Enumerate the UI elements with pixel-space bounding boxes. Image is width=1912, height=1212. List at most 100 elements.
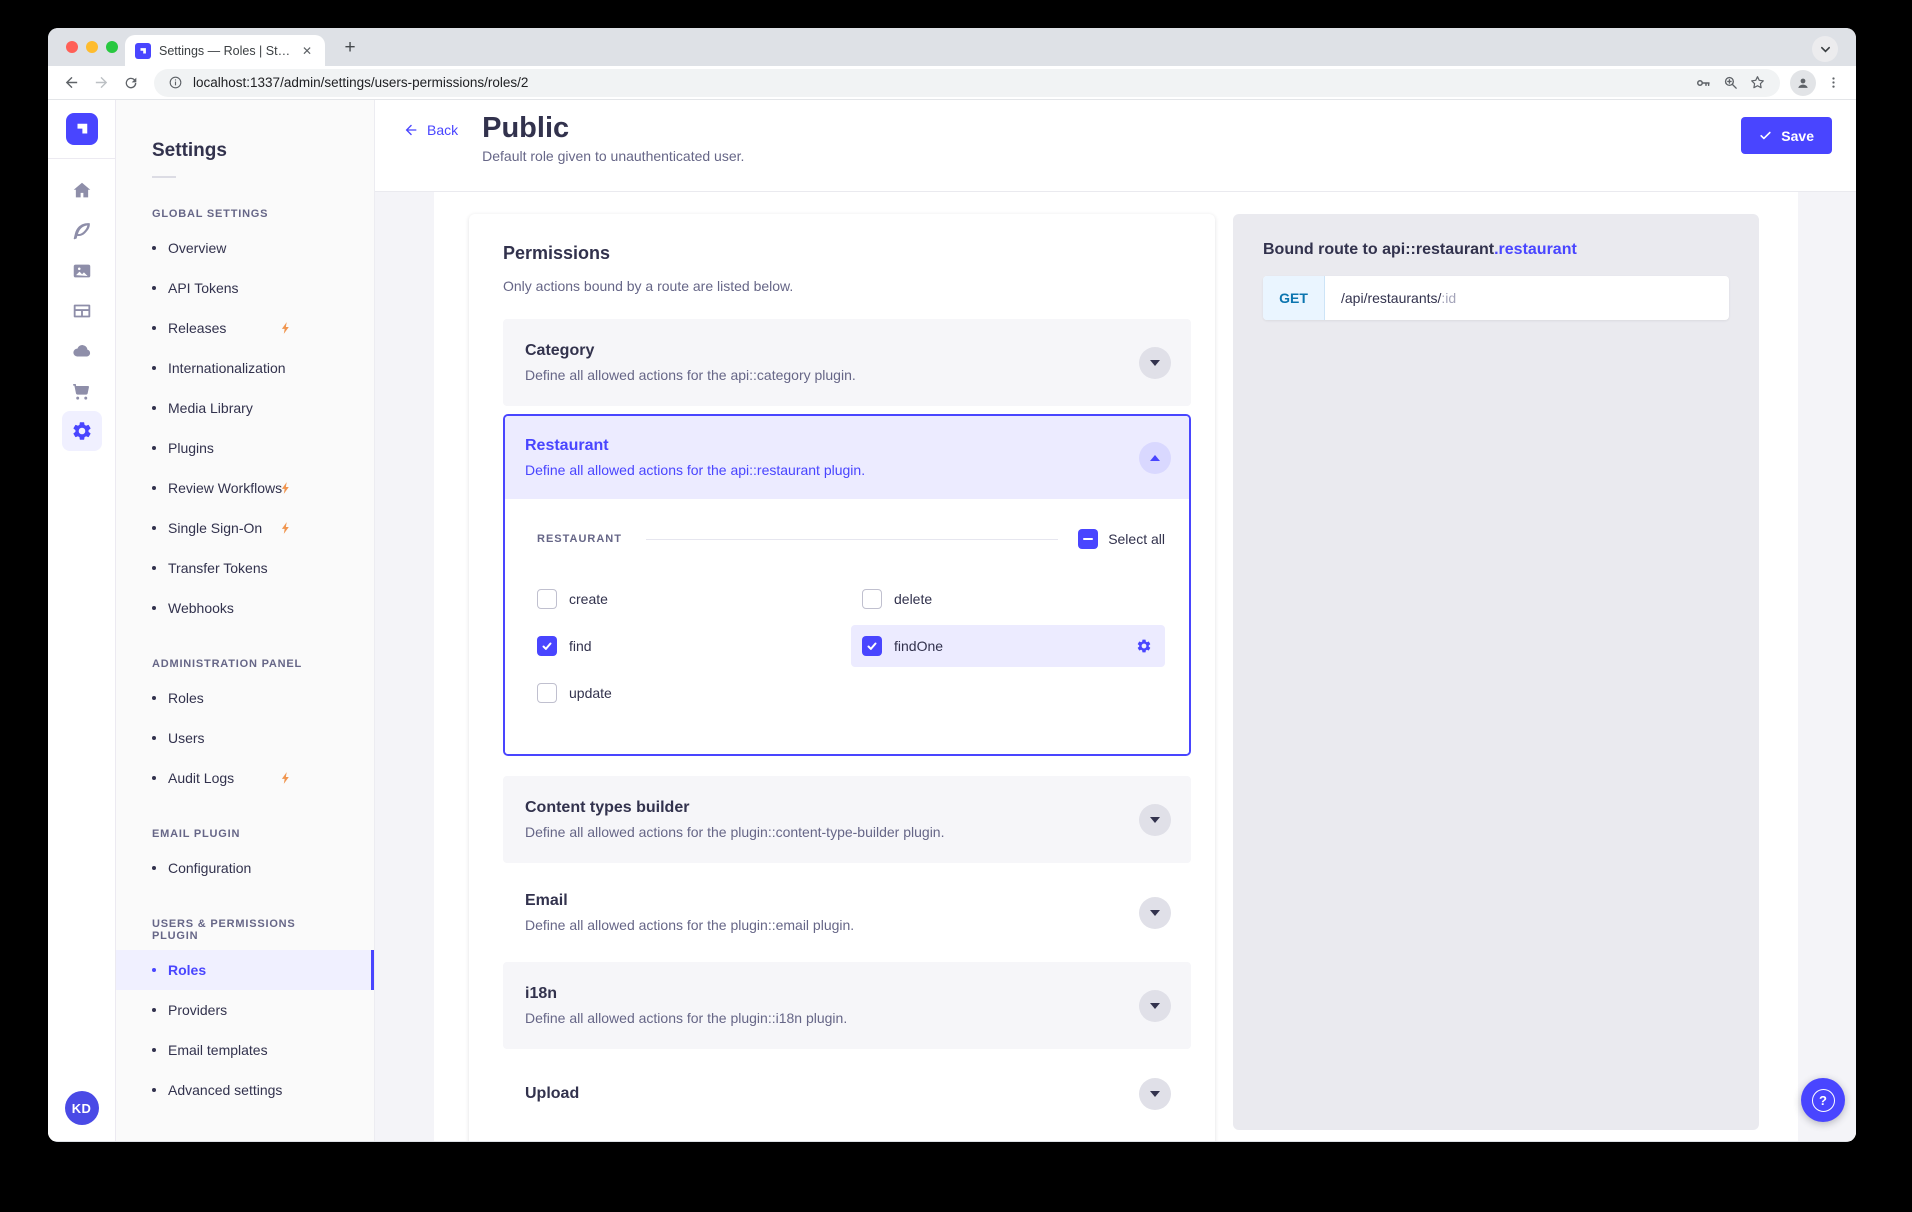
strapi-favicon-icon (135, 43, 151, 59)
minimize-window-button[interactable] (86, 41, 98, 53)
permission-delete[interactable]: delete (851, 578, 1165, 620)
expand-toggle-button[interactable] (1139, 897, 1171, 929)
sidebar-item-email-templates[interactable]: Email templates (116, 1030, 374, 1070)
content-type-builder-icon[interactable] (62, 291, 102, 331)
sidebar-item-overview[interactable]: Overview (116, 228, 374, 268)
expand-toggle-button[interactable] (1139, 347, 1171, 379)
back-nav-icon[interactable] (58, 70, 84, 96)
strapi-logo-icon[interactable] (66, 113, 98, 145)
accordion-email-header[interactable]: Email Define all allowed actions for the… (503, 869, 1191, 956)
sidebar-item-audit-logs[interactable]: Audit Logs (116, 758, 374, 798)
browser-profile-avatar[interactable] (1790, 70, 1816, 96)
content-gutter-left (375, 192, 434, 1141)
tab-close-icon[interactable]: ✕ (299, 42, 315, 60)
bullet-icon (152, 1048, 156, 1052)
page-subtitle: Default role given to unauthenticated us… (482, 148, 744, 164)
media-library-icon[interactable] (62, 251, 102, 291)
checkbox-checked[interactable] (862, 636, 882, 656)
checkbox-checked[interactable] (537, 636, 557, 656)
help-button[interactable]: ? (1801, 1078, 1845, 1122)
route-display[interactable]: GET /api/restaurants/:id (1263, 276, 1729, 320)
accordion-upload-header[interactable]: Upload (503, 1055, 1191, 1133)
sidebar-item-internationalization[interactable]: Internationalization (116, 348, 374, 388)
zoom-page-icon[interactable] (1722, 74, 1739, 91)
sidebar-item-single-sign-on[interactable]: Single Sign-On (116, 508, 374, 548)
deploy-cloud-icon[interactable] (62, 331, 102, 371)
accordion-restaurant-body: RESTAURANT Select all (505, 499, 1189, 754)
sidebar-item-releases[interactable]: Releases (116, 308, 374, 348)
caret-down-icon (1150, 1003, 1160, 1009)
user-avatar[interactable]: KD (65, 1091, 99, 1125)
sidebar-item-transfer-tokens[interactable]: Transfer Tokens (116, 548, 374, 588)
bullet-icon (152, 286, 156, 290)
accordion-category-header[interactable]: Category Define all allowed actions for … (503, 319, 1191, 406)
bullet-icon (152, 1088, 156, 1092)
new-tab-button[interactable]: + (338, 37, 362, 61)
sidebar-item-api-tokens[interactable]: API Tokens (116, 268, 374, 308)
reload-icon[interactable] (118, 70, 144, 96)
sidebar-item-providers[interactable]: Providers (116, 990, 374, 1030)
question-mark-icon: ? (1812, 1089, 1835, 1112)
lightning-icon (279, 521, 293, 535)
back-link[interactable]: Back (403, 122, 458, 138)
bullet-icon (152, 696, 156, 700)
permission-create[interactable]: create (537, 578, 851, 620)
select-all-checkbox[interactable] (1078, 529, 1098, 549)
sidebar-item-review-workflows[interactable]: Review Workflows (116, 468, 374, 508)
browser-tab[interactable]: Settings — Roles | Strapi ✕ (125, 35, 325, 66)
rail-divider (48, 158, 115, 159)
strapi-app: KD Settings GLOBAL SETTINGS Overview API… (48, 100, 1856, 1141)
sidebar-item-admin-roles[interactable]: Roles (116, 678, 374, 718)
permission-settings-gear-icon[interactable] (1136, 638, 1152, 654)
sidebar-title: Settings (152, 140, 374, 162)
home-icon[interactable] (62, 171, 102, 211)
password-key-icon[interactable] (1694, 74, 1712, 92)
permission-find[interactable]: find (537, 625, 851, 667)
accordion-i18n-header[interactable]: i18n Define all allowed actions for the … (503, 962, 1191, 1049)
bookmark-star-icon[interactable] (1749, 74, 1766, 91)
collapse-toggle-button[interactable] (1139, 442, 1171, 474)
check-icon (1759, 129, 1772, 142)
route-path[interactable]: /api/restaurants/:id (1325, 276, 1456, 320)
bullet-icon (152, 326, 156, 330)
url-text[interactable]: localhost:1337/admin/settings/users-perm… (193, 75, 1684, 90)
sidebar-item-configuration[interactable]: Configuration (116, 848, 374, 888)
caret-up-icon (1150, 455, 1160, 461)
checkbox-unchecked[interactable] (537, 683, 557, 703)
accordion-restaurant-header[interactable]: Restaurant Define all allowed actions fo… (505, 416, 1189, 499)
sidebar-item-plugins[interactable]: Plugins (116, 428, 374, 468)
bullet-icon (152, 246, 156, 250)
browser-menu-icon[interactable] (1820, 70, 1846, 96)
sidebar-item-advanced-settings[interactable]: Advanced settings (116, 1070, 374, 1110)
tab-search-button[interactable] (1812, 36, 1838, 62)
url-bar[interactable]: localhost:1337/admin/settings/users-perm… (154, 69, 1780, 97)
expand-toggle-button[interactable] (1139, 1078, 1171, 1110)
forward-nav-icon[interactable] (88, 70, 114, 96)
sidebar-item-up-roles[interactable]: Roles (116, 950, 374, 990)
site-info-icon[interactable] (168, 75, 183, 90)
accordion-content-types-builder-header[interactable]: Content types builder Define all allowed… (503, 776, 1191, 863)
permission-update[interactable]: update (537, 672, 851, 714)
close-window-button[interactable] (66, 41, 78, 53)
expand-toggle-button[interactable] (1139, 804, 1171, 836)
accordion-upload: Upload (503, 1055, 1191, 1133)
bullet-icon (152, 1008, 156, 1012)
checkbox-unchecked[interactable] (862, 589, 882, 609)
expand-toggle-button[interactable] (1139, 990, 1171, 1022)
browser-window: Settings — Roles | Strapi ✕ + (48, 28, 1856, 1142)
content-manager-feather-icon[interactable] (62, 211, 102, 251)
bullet-icon (152, 486, 156, 490)
sidebar-item-media-library[interactable]: Media Library (116, 388, 374, 428)
permissions-description: Only actions bound by a route are listed… (503, 278, 1191, 294)
bullet-icon (152, 736, 156, 740)
sidebar-item-webhooks[interactable]: Webhooks (116, 588, 374, 628)
content-gutter-right (1798, 192, 1856, 1141)
settings-gear-icon[interactable] (62, 411, 102, 451)
sidebar-item-users[interactable]: Users (116, 718, 374, 758)
permission-findone[interactable]: findOne (851, 625, 1165, 667)
main-nav-rail: KD (48, 100, 116, 1141)
save-button[interactable]: Save (1741, 117, 1832, 154)
zoom-window-button[interactable] (106, 41, 118, 53)
marketplace-cart-icon[interactable] (62, 371, 102, 411)
checkbox-unchecked[interactable] (537, 589, 557, 609)
